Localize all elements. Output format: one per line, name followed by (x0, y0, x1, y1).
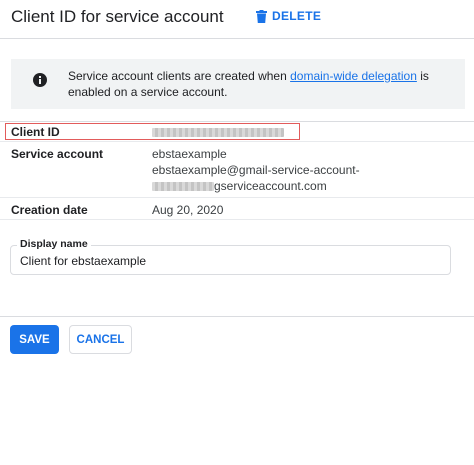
service-account-line3-row: gserviceaccount.com (152, 178, 360, 194)
display-name-field[interactable]: Display name Client for ebstaexample (10, 238, 451, 275)
row-divider (0, 219, 474, 220)
service-account-line3: gserviceaccount.com (214, 179, 327, 193)
service-account-line2: ebstaexample@gmail-service-account- (152, 163, 360, 177)
creation-date-label: Creation date (11, 203, 88, 217)
table-divider (0, 121, 474, 122)
display-name-input[interactable]: Client for ebstaexample (20, 254, 146, 268)
creation-date-value: Aug 20, 2020 (152, 203, 224, 217)
client-id-value (152, 124, 284, 140)
client-id-redacted (152, 128, 284, 138)
row-divider (0, 197, 474, 198)
client-id-label: Client ID (11, 125, 60, 139)
row-divider (0, 141, 474, 142)
page-header: Client ID for service account DELETE (0, 0, 474, 39)
cancel-button[interactable]: CANCEL (69, 325, 132, 354)
domain-wide-delegation-link[interactable]: domain-wide delegation (290, 69, 417, 83)
footer-divider (0, 316, 474, 317)
page-title: Client ID for service account (11, 7, 224, 26)
display-name-label: Display name (17, 238, 91, 250)
service-account-label: Service account (11, 147, 104, 161)
delete-label: DELETE (272, 9, 322, 23)
info-banner: Service account clients are created when… (11, 59, 465, 109)
info-icon (33, 73, 47, 87)
service-account-redacted (152, 182, 214, 192)
info-text: Service account clients are created when… (68, 68, 453, 100)
info-text-before: Service account clients are created when (68, 69, 291, 83)
trash-icon (256, 9, 267, 23)
delete-button[interactable]: DELETE (256, 9, 321, 23)
save-button[interactable]: SAVE (10, 325, 59, 354)
service-account-value: ebstaexample ebstaexample@gmail-service-… (152, 146, 360, 194)
service-account-line1: ebstaexample (152, 147, 227, 161)
